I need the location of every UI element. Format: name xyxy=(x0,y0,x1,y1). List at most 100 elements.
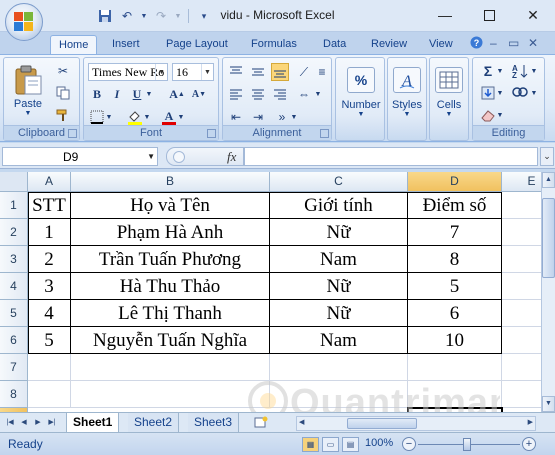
cell-c4[interactable]: Nữ xyxy=(270,273,408,300)
expand-formula-bar-icon[interactable]: ⌄ xyxy=(540,147,554,166)
italic-button[interactable]: I xyxy=(108,85,126,103)
vertical-scroll-thumb[interactable] xyxy=(542,198,555,278)
scroll-left-icon[interactable]: ◀ xyxy=(299,418,304,426)
cell-c3[interactable]: Nam xyxy=(270,246,408,273)
horizontal-scrollbar[interactable]: ◀ ▶ xyxy=(296,416,536,431)
cell-b2[interactable]: Phạm Hà Anh xyxy=(71,219,270,246)
tab-home[interactable]: Home xyxy=(50,35,98,54)
formula-input[interactable] xyxy=(244,147,538,166)
cell-b1[interactable]: Họ và Tên xyxy=(71,192,270,219)
page-layout-view-icon[interactable]: ▭ xyxy=(322,437,339,452)
cell-b3[interactable]: Trần Tuấn Phương xyxy=(71,246,270,273)
sort-filter-icon[interactable]: AZ xyxy=(511,62,529,80)
cell-d8[interactable] xyxy=(408,381,502,408)
clipboard-launcher-icon[interactable] xyxy=(68,129,77,138)
cell-c2[interactable]: Nữ xyxy=(270,219,408,246)
row-header-2[interactable]: 2 xyxy=(0,219,28,246)
underline-dropdown-icon[interactable]: ▼ xyxy=(144,85,154,103)
tab-insert[interactable]: Insert xyxy=(104,35,148,54)
alignment-launcher-icon[interactable] xyxy=(320,129,329,138)
merge-center-icon[interactable]: ⇔ xyxy=(295,85,313,103)
cell-e8[interactable] xyxy=(502,381,541,408)
grow-font-icon[interactable]: A ▲ xyxy=(168,85,186,103)
close-button[interactable]: ✕ xyxy=(511,0,555,30)
cell-e3[interactable] xyxy=(502,246,541,273)
cell-c1[interactable]: Giới tính xyxy=(270,192,408,219)
align-right-icon[interactable] xyxy=(271,85,289,103)
cell-a2[interactable]: 1 xyxy=(28,219,71,246)
maximize-button[interactable] xyxy=(467,0,511,30)
ribbon-minimize-icon[interactable]: – xyxy=(490,36,497,50)
prev-sheet-icon[interactable]: ◀ xyxy=(18,416,30,429)
cell-b8[interactable] xyxy=(71,381,270,408)
sheet-tab-sheet3[interactable]: Sheet3 xyxy=(188,413,240,432)
tab-page-layout[interactable]: Page Layout xyxy=(158,35,236,54)
zoom-out-icon[interactable]: − xyxy=(402,437,416,451)
cell-b4[interactable]: Hà Thu Thảo xyxy=(71,273,270,300)
text-direction-dropdown-icon[interactable]: ▼ xyxy=(289,108,299,126)
align-left-icon[interactable] xyxy=(227,85,245,103)
shrink-font-icon[interactable]: A ▼ xyxy=(190,85,208,103)
cell-c8[interactable] xyxy=(270,381,408,408)
worksheet-grid[interactable]: A B C D E 1 2 3 4 5 6 7 8 STT Họ và Tên … xyxy=(0,172,541,412)
vertical-scrollbar[interactable]: ▲ ▼ xyxy=(541,172,555,412)
cell-a3[interactable]: 2 xyxy=(28,246,71,273)
decrease-indent-icon[interactable]: ⇤ xyxy=(227,108,245,126)
row-header-8[interactable]: 8 xyxy=(0,381,28,408)
cut-icon[interactable]: ✂ xyxy=(54,62,72,80)
next-sheet-icon[interactable]: ▶ xyxy=(32,416,44,429)
copy-icon[interactable] xyxy=(54,84,72,102)
font-name-combo[interactable]: Times New Ro ▼ xyxy=(88,63,168,81)
align-bottom-icon[interactable] xyxy=(271,63,289,81)
autosum-dropdown-icon[interactable]: ▼ xyxy=(495,62,505,80)
name-box[interactable]: D9 ▼ xyxy=(2,147,158,166)
cell-a8[interactable] xyxy=(28,381,71,408)
cell-e7[interactable] xyxy=(502,354,541,381)
row-header-6[interactable]: 6 xyxy=(0,327,28,354)
page-break-view-icon[interactable]: ▤ xyxy=(342,437,359,452)
number-format-button[interactable]: % Number ▼ xyxy=(341,62,381,122)
cell-b7[interactable] xyxy=(71,354,270,381)
find-select-icon[interactable] xyxy=(511,84,529,102)
paste-button[interactable]: Paste ▼ xyxy=(8,60,48,120)
cell-d1[interactable]: Điểm số xyxy=(408,192,502,219)
horizontal-scroll-thumb[interactable] xyxy=(347,418,417,429)
cell-a4[interactable]: 3 xyxy=(28,273,71,300)
cell-d6[interactable]: 10 xyxy=(408,327,502,354)
bold-button[interactable]: B xyxy=(88,85,106,103)
zoom-level[interactable]: 100% xyxy=(365,437,393,449)
font-size-combo[interactable]: 16 ▼ xyxy=(172,63,214,81)
sheet-tab-sheet1[interactable]: Sheet1 xyxy=(66,413,120,432)
insert-sheet-icon[interactable] xyxy=(252,416,270,429)
normal-view-icon[interactable]: ▦ xyxy=(302,437,319,452)
styles-button[interactable]: A Styles ▼ xyxy=(388,62,426,122)
cell-a1[interactable]: STT xyxy=(28,192,71,219)
cell-c6[interactable]: Nam xyxy=(270,327,408,354)
help-icon[interactable]: ? xyxy=(470,36,483,52)
row-header-7[interactable]: 7 xyxy=(0,354,28,381)
column-header-a[interactable]: A xyxy=(28,172,71,192)
cell-a5[interactable]: 4 xyxy=(28,300,71,327)
increase-indent-icon[interactable]: ⇥ xyxy=(249,108,267,126)
cell-e2[interactable] xyxy=(502,219,541,246)
insert-function-button[interactable]: fx xyxy=(227,149,236,165)
cell-d7[interactable] xyxy=(408,354,502,381)
format-painter-icon[interactable] xyxy=(54,106,72,124)
find-dropdown-icon[interactable]: ▼ xyxy=(529,84,539,102)
font-launcher-icon[interactable] xyxy=(207,129,216,138)
first-sheet-icon[interactable]: |◀ xyxy=(4,416,16,429)
cell-d4[interactable]: 5 xyxy=(408,273,502,300)
fill-color-dropdown-icon[interactable]: ▼ xyxy=(142,108,152,126)
scroll-down-icon[interactable]: ▼ xyxy=(542,396,555,412)
ribbon-close-icon[interactable]: ✕ xyxy=(528,36,538,50)
select-all-button[interactable] xyxy=(0,172,28,192)
cell-d5[interactable]: 6 xyxy=(408,300,502,327)
column-header-b[interactable]: B xyxy=(71,172,270,192)
tab-data[interactable]: Data xyxy=(315,35,354,54)
cell-b6[interactable]: Nguyễn Tuấn Nghĩa xyxy=(71,327,270,354)
column-header-d[interactable]: D xyxy=(408,172,502,192)
cell-e6[interactable] xyxy=(502,327,541,354)
font-size-dropdown-icon[interactable]: ▼ xyxy=(201,64,213,80)
office-button[interactable] xyxy=(5,3,43,41)
row-header-1[interactable]: 1 xyxy=(0,192,28,219)
